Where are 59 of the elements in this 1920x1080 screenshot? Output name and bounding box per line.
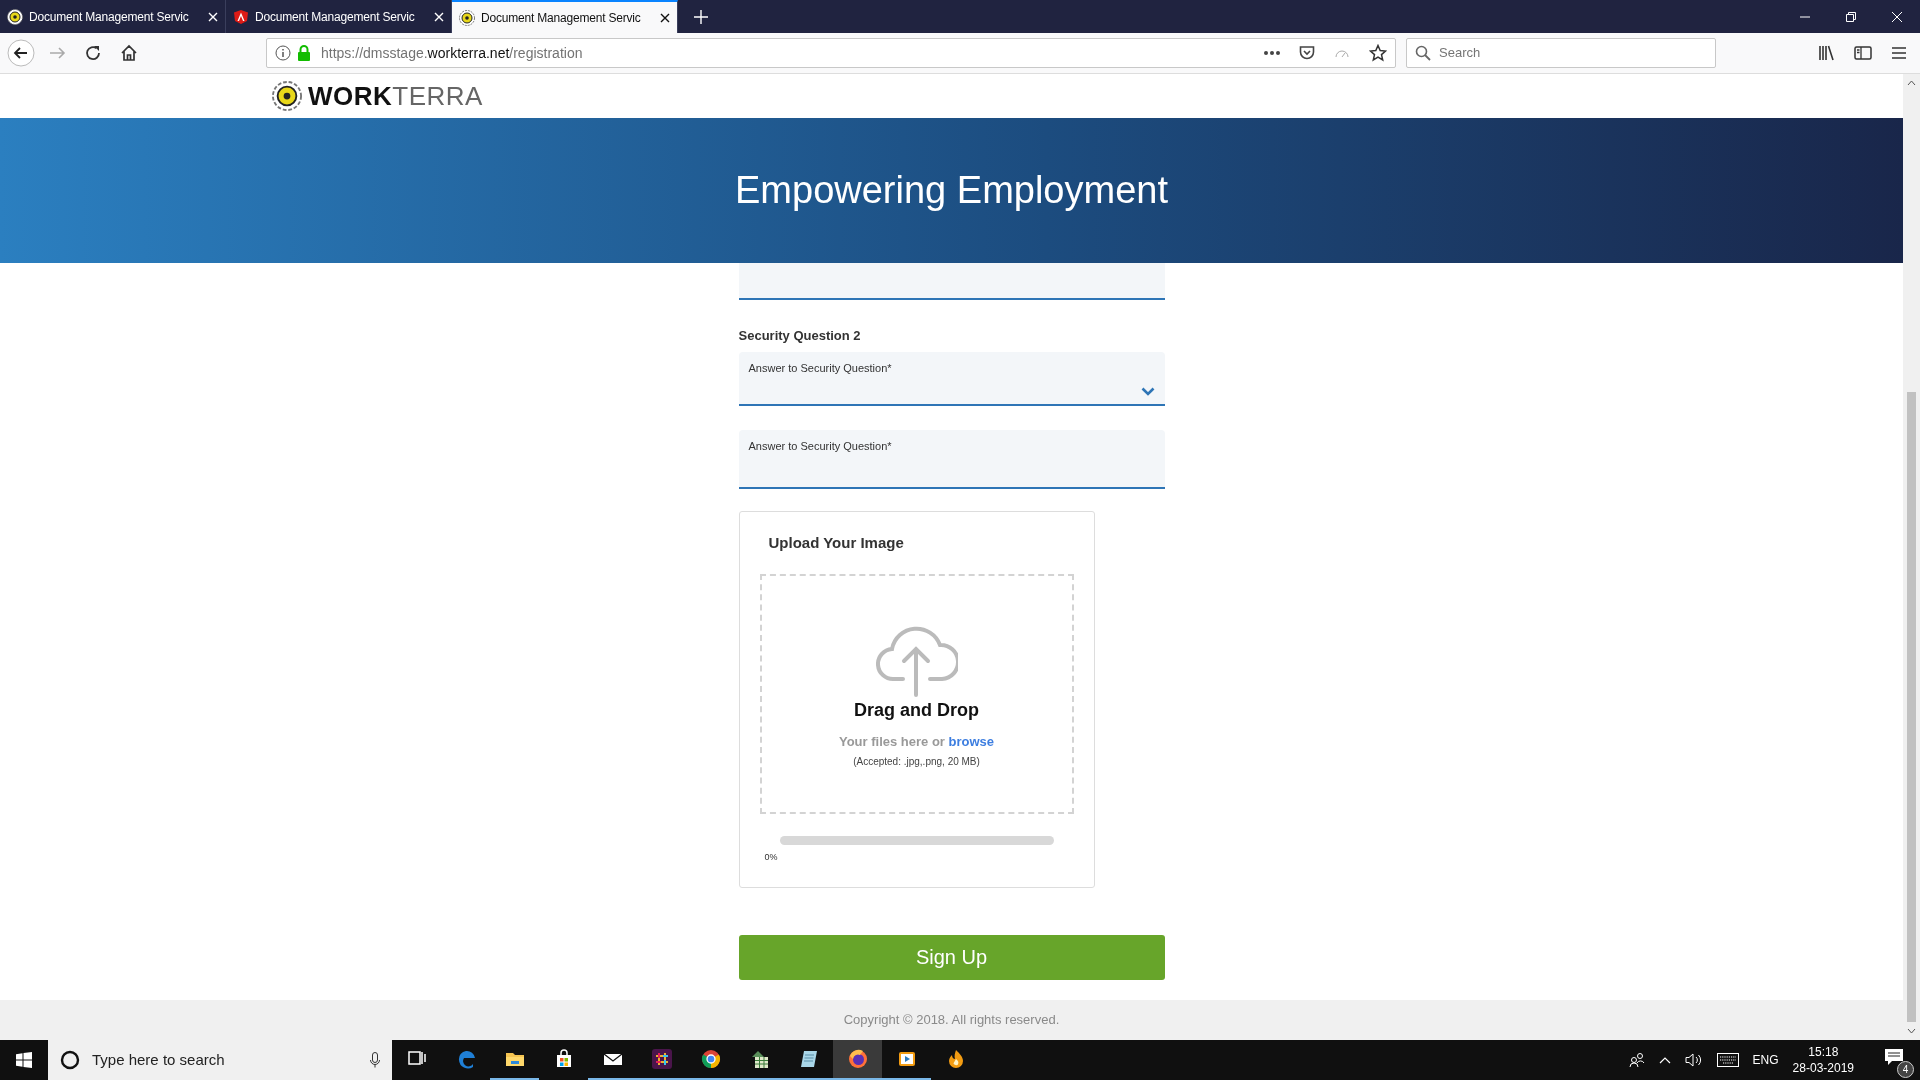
notification-badge: 4 [1897, 1061, 1914, 1078]
reload-icon[interactable] [84, 44, 102, 62]
home-icon[interactable] [120, 44, 138, 62]
browser-tab[interactable]: Document Management Servic [452, 0, 678, 33]
target-icon [459, 9, 475, 26]
copyright-text: Copyright © 2018. All rights reserved. [0, 1000, 1903, 1040]
logo-text: WORKTERRA [308, 79, 483, 113]
library-icon[interactable] [1818, 44, 1836, 62]
clock-time[interactable]: 15:18 [1792, 1043, 1854, 1060]
lock-icon [297, 45, 311, 61]
taskbar-search-box[interactable]: Type here to search [48, 1040, 392, 1080]
language-indicator[interactable]: ENG [1752, 1051, 1779, 1069]
close-icon[interactable] [660, 12, 670, 23]
speaker-icon[interactable] [1684, 1052, 1703, 1068]
answer-field[interactable] [738, 263, 1165, 300]
browse-link[interactable]: browse [948, 734, 995, 750]
windows-icon [16, 1052, 32, 1068]
notepad-icon [798, 1049, 819, 1069]
microphone-icon [370, 1052, 380, 1068]
drop-zone[interactable]: Drag and Drop Your files here or browse (Accepted: .jpg,.png, 20 MB) [759, 574, 1074, 814]
cortana-icon [60, 1050, 80, 1070]
info-icon[interactable] [275, 45, 291, 61]
taskbar-button[interactable] [833, 1040, 882, 1080]
banner-title: Empowering Employment [735, 167, 1168, 213]
chevron-up-icon[interactable] [1658, 1056, 1671, 1064]
drop-text: Your files here or browse [838, 733, 995, 752]
gauge-icon [1335, 48, 1349, 58]
url-text[interactable]: https://dmsstage.workterra.net/registration [321, 42, 583, 64]
menu-icon[interactable] [1890, 44, 1908, 62]
fox-globe-icon [847, 1049, 868, 1069]
hash-tile-icon [651, 1049, 672, 1069]
back-icon[interactable] [7, 39, 35, 67]
more-icon[interactable] [1263, 50, 1281, 56]
play-icon [896, 1049, 917, 1069]
target-icon [7, 8, 23, 25]
drop-heading: Drag and Drop [854, 699, 979, 723]
target-icon [272, 81, 302, 111]
card-title: Upload Your Image [768, 532, 905, 553]
people-icon[interactable] [1628, 1052, 1645, 1068]
section-title: Security Question 2 [738, 327, 862, 345]
sidebar-icon[interactable] [1854, 44, 1872, 62]
keyboard-icon[interactable] [1716, 1053, 1739, 1067]
message-icon[interactable] [1884, 1048, 1904, 1066]
progress-reading: 0% [764, 851, 779, 864]
select-field[interactable]: Answer to Security Question* [738, 351, 1165, 406]
restore-icon[interactable] [1846, 11, 1856, 22]
chrome-icon [700, 1049, 721, 1069]
shield-icon [233, 8, 249, 25]
search-icon [1415, 45, 1431, 61]
accepted-formats: (Accepted: .jpg,.png, 20 MB) [853, 754, 980, 769]
search-bar[interactable]: Search [1406, 38, 1716, 68]
scrollbar[interactable] [1903, 74, 1920, 1040]
plus-icon[interactable] [694, 9, 708, 24]
chevron-down-icon [1140, 387, 1155, 396]
clock-date[interactable]: 28-03-2019 [1792, 1060, 1854, 1077]
input-field[interactable]: Answer to Security Question* [738, 430, 1165, 489]
star-icon[interactable] [1369, 44, 1387, 62]
pocket-icon[interactable] [1299, 45, 1315, 61]
taskbar-search[interactable]: Type here to search [90, 1047, 360, 1073]
